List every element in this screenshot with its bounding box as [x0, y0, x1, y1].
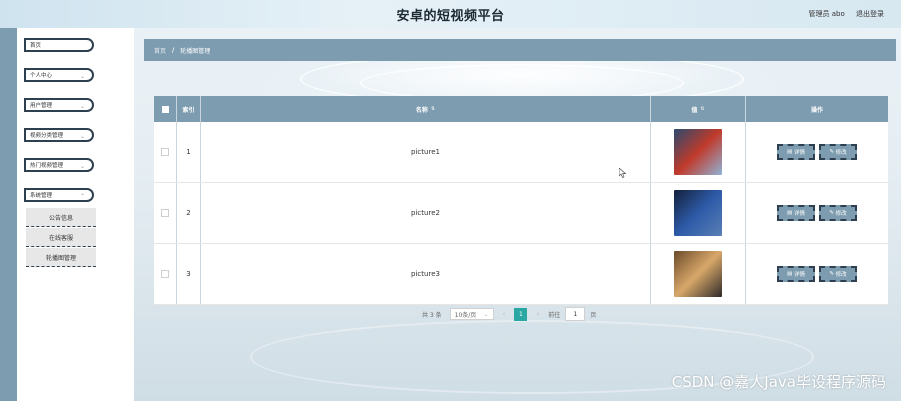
sidebar-item-hot-videos[interactable]: 热门视频管理 ⌄ — [24, 158, 94, 172]
detail-button[interactable]: ▤ 详情 — [777, 266, 815, 282]
document-icon: ▤ — [787, 210, 794, 216]
row-index: 2 — [177, 183, 201, 243]
table-row: 3 picture3 ▤ 详情 ✎ 修改 — [154, 244, 888, 305]
header-name-label: 名称 — [415, 106, 428, 114]
breadcrumb-separator: / — [172, 46, 175, 54]
sort-icon: ⇅ — [700, 106, 705, 112]
sidebar-subitem-label: 轮播图管理 — [45, 254, 76, 262]
table-header: 索引 名称 ⇅ 值 ⇅ 操作 — [154, 96, 888, 122]
header-actions: 操作 — [810, 106, 823, 114]
watermark: CSDN @嘉人Java毕设程序源码 — [671, 373, 886, 391]
sidebar-item-label: 首页 — [30, 43, 42, 49]
carousel-table: 索引 名称 ⇅ 值 ⇅ 操作 1 picture1 ▤ 详情 ✎ 修改 2 pi… — [154, 96, 888, 305]
header-value[interactable]: 值 ⇅ — [651, 96, 746, 122]
header-index: 索引 — [177, 96, 201, 122]
left-rail — [0, 28, 17, 401]
row-name: picture2 — [201, 183, 651, 243]
sidebar-item-users[interactable]: 用户管理 ⌄ — [24, 98, 94, 112]
edit-button-label: 修改 — [835, 211, 847, 217]
sidebar-item-video-category[interactable]: 视频分类管理 ⌄ — [24, 128, 94, 142]
app-title: 安卓的短视频平台 — [396, 9, 505, 24]
row-index: 3 — [177, 244, 201, 304]
detail-button[interactable]: ▤ 详情 — [777, 144, 815, 160]
sidebar-item-home[interactable]: 首页 — [24, 38, 94, 52]
header-user-area: 管理员 abo 退出登录 — [800, 9, 884, 19]
chevron-down-icon: ⌄ — [79, 163, 85, 170]
detail-button-label: 详情 — [793, 211, 805, 217]
sidebar-subitem-label: 公告信息 — [48, 214, 73, 222]
row-actions: ▤ 详情 ✎ 修改 — [746, 183, 888, 243]
sidebar-item-label: 热门视频管理 — [30, 163, 64, 169]
page-size-value: 10条/页 — [454, 311, 477, 319]
row-checkbox[interactable] — [161, 148, 169, 156]
chevron-down-icon: ⌄ — [483, 310, 489, 318]
edit-button[interactable]: ✎ 修改 — [819, 266, 857, 282]
sidebar-item-label: 用户管理 — [30, 103, 53, 109]
detail-button[interactable]: ▤ 详情 — [777, 205, 815, 221]
page-size-select[interactable]: 10条/页 ⌄ — [449, 308, 494, 320]
select-all-checkbox[interactable] — [161, 105, 169, 113]
next-page-icon[interactable]: › — [536, 310, 539, 318]
sidebar: 首页 个人中心 ⌄ 用户管理 ⌄ 视频分类管理 ⌄ 热门视频管理 ⌄ 系统管理 … — [17, 28, 134, 401]
goto-label: 前往 — [548, 311, 561, 319]
thumbnail-image — [674, 129, 722, 175]
header-value-label: 值 — [691, 106, 698, 114]
goto-page-input[interactable]: 1 — [565, 307, 586, 321]
breadcrumb-current: 轮播图管理 — [180, 47, 211, 55]
pagination: 共 3 条 10条/页 ⌄ ‹ 1 › 前往 1 页 — [422, 307, 596, 321]
row-checkbox[interactable] — [161, 209, 169, 217]
row-image-cell — [651, 183, 746, 243]
detail-button-label: 详情 — [793, 150, 805, 156]
chevron-up-icon: ⌃ — [79, 193, 85, 200]
thumbnail-image — [674, 251, 722, 297]
chevron-down-icon: ⌄ — [79, 133, 85, 140]
row-image-cell — [651, 122, 746, 182]
header-select-all — [154, 96, 177, 122]
page-number-active[interactable]: 1 — [514, 307, 528, 321]
sidebar-item-label: 视频分类管理 — [30, 133, 64, 139]
sidebar-item-label: 个人中心 — [30, 73, 53, 79]
sidebar-subitem-label: 在线客服 — [48, 234, 73, 242]
table-row: 2 picture2 ▤ 详情 ✎ 修改 — [154, 183, 888, 244]
thumbnail-image — [674, 190, 722, 236]
edit-button[interactable]: ✎ 修改 — [819, 205, 857, 221]
breadcrumb-home[interactable]: 首页 — [154, 46, 166, 55]
row-actions: ▤ 详情 ✎ 修改 — [746, 244, 888, 304]
document-icon: ▤ — [787, 149, 794, 155]
prev-page-icon[interactable]: ‹ — [503, 310, 506, 318]
detail-button-label: 详情 — [793, 272, 805, 278]
edit-button-label: 修改 — [835, 272, 847, 278]
row-name: picture1 — [201, 122, 651, 182]
edit-button-label: 修改 — [835, 150, 847, 156]
row-image-cell — [651, 244, 746, 304]
mouse-cursor-icon — [619, 168, 627, 178]
row-checkbox[interactable] — [161, 270, 169, 278]
row-actions: ▤ 详情 ✎ 修改 — [746, 122, 888, 182]
sidebar-item-system[interactable]: 系统管理 ⌃ — [24, 188, 94, 202]
breadcrumb: 首页 / 轮播图管理 — [144, 39, 896, 61]
sidebar-subitem-carousel[interactable]: 轮播图管理 — [26, 248, 96, 267]
sort-icon: ⇅ — [430, 106, 436, 112]
edit-button[interactable]: ✎ 修改 — [819, 144, 857, 160]
admin-label: 管理员 abo — [808, 10, 845, 18]
row-select-cell — [154, 244, 177, 304]
sidebar-item-label: 系统管理 — [30, 193, 53, 199]
chevron-down-icon: ⌄ — [79, 73, 85, 80]
chevron-down-icon: ⌄ — [79, 103, 85, 110]
document-icon: ▤ — [787, 271, 794, 277]
logout-link[interactable]: 退出登录 — [856, 10, 884, 18]
row-name: picture3 — [201, 244, 651, 304]
table-row: 1 picture1 ▤ 详情 ✎ 修改 — [154, 122, 888, 183]
row-select-cell — [154, 122, 177, 182]
sidebar-item-profile[interactable]: 个人中心 ⌄ — [24, 68, 94, 82]
header-name[interactable]: 名称 ⇅ — [201, 96, 651, 122]
top-bar: 安卓的短视频平台 管理员 abo 退出登录 — [0, 0, 901, 28]
row-index: 1 — [177, 122, 201, 182]
row-select-cell — [154, 183, 177, 243]
page-suffix: 页 — [590, 311, 597, 319]
pagination-total: 共 3 条 — [422, 311, 442, 319]
sidebar-subitem-notices[interactable]: 公告信息 — [26, 208, 96, 227]
sidebar-subitem-support[interactable]: 在线客服 — [26, 228, 96, 247]
